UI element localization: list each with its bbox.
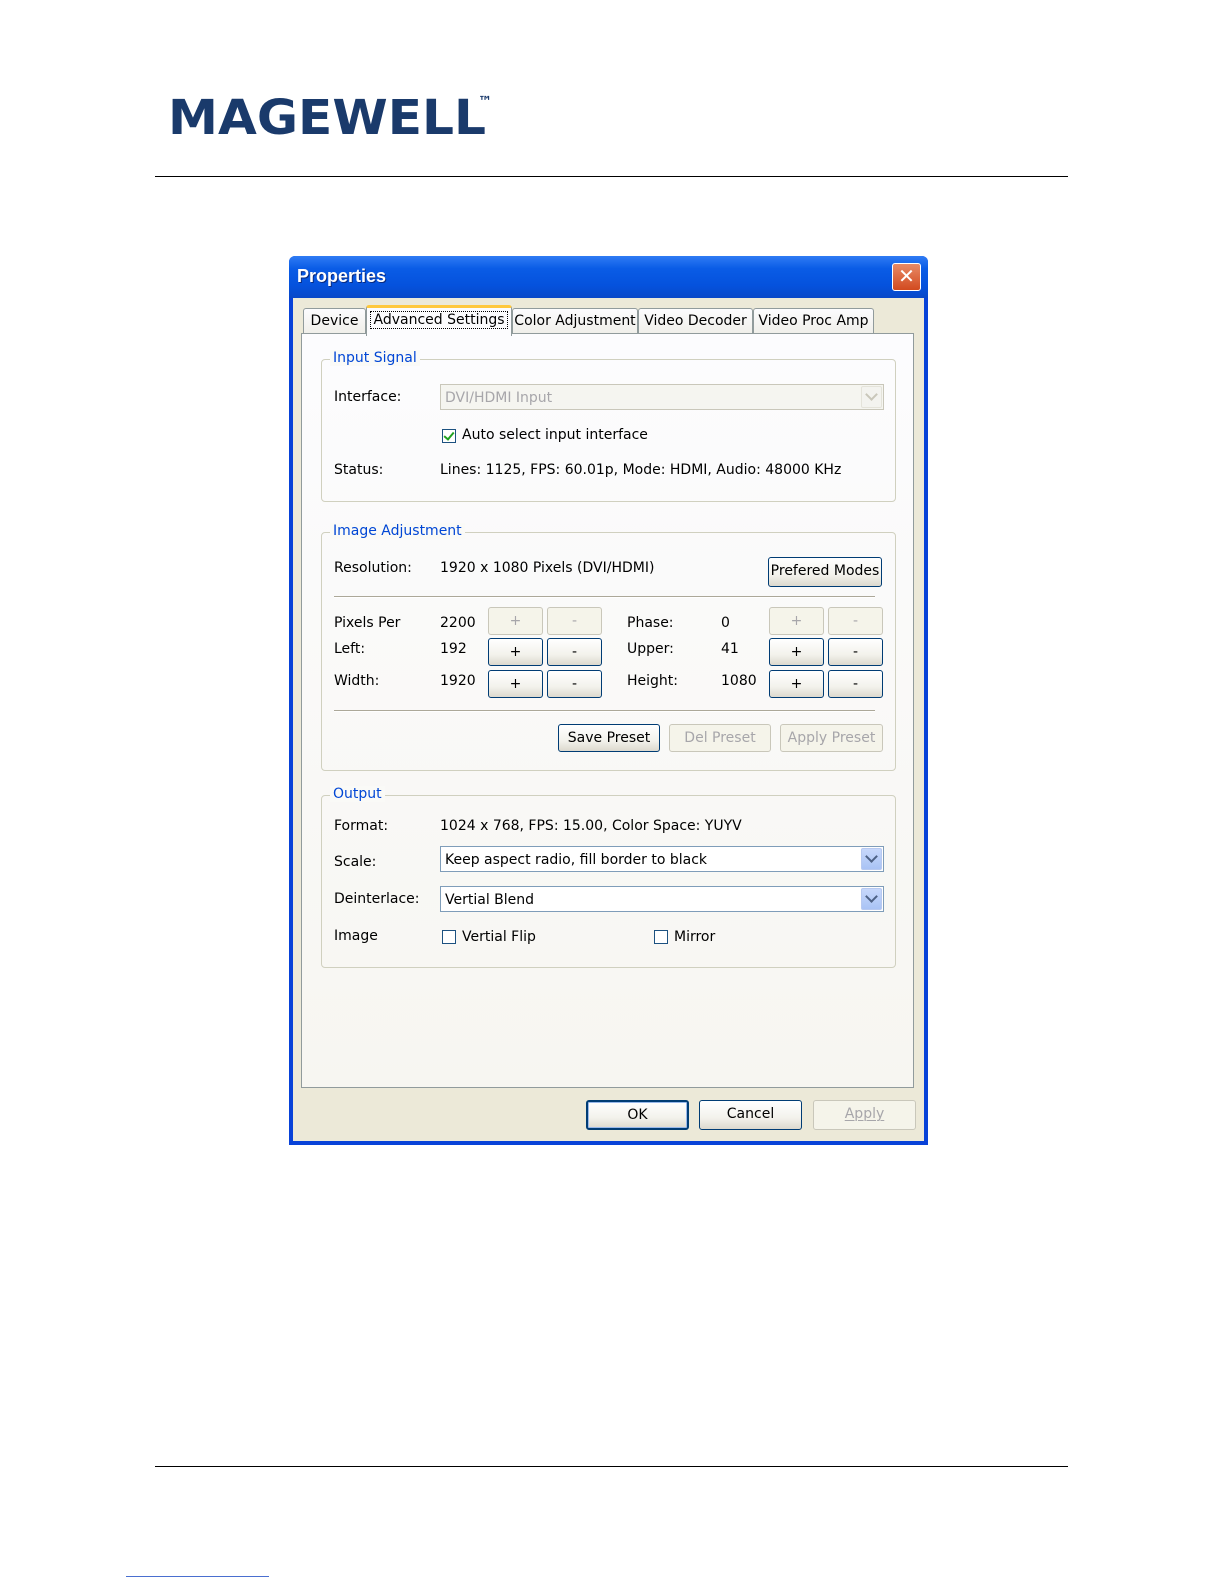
height-label: Height: [627,673,678,689]
height-minus-button[interactable]: - [828,670,883,698]
apply-preset-button[interactable]: Apply Preset [780,724,883,752]
auto-select-checkbox[interactable] [442,429,456,443]
width-value: 1920 [440,673,476,689]
tab-label: Advanced Settings [370,311,508,329]
vertial-flip-label: Vertial Flip [462,929,536,945]
pixels-per-value: 2200 [440,615,476,631]
tab-video-proc-amp[interactable]: Video Proc Amp [753,308,874,333]
left-plus-button[interactable]: + [488,638,543,666]
pixels-per-plus-button[interactable]: + [488,607,543,635]
output-legend: Output [330,786,385,802]
phase-plus-button[interactable]: + [769,607,824,635]
interface-value: DVI/HDMI Input [445,390,553,406]
upper-minus-button[interactable]: - [828,638,883,666]
upper-value: 41 [721,641,739,657]
width-minus-button[interactable]: - [547,670,602,698]
advanced-settings-panel: Input Signal Interface: DVI/HDMI Input A… [301,333,914,1088]
phase-label: Phase: [627,615,674,631]
interface-label: Interface: [334,389,402,405]
image-label: Image [334,928,378,944]
pixels-per-label: Pixels Per [334,615,401,631]
height-plus-button[interactable]: + [769,670,824,698]
ok-button[interactable]: OK [586,1100,689,1130]
tab-label: Video Decoder [644,313,747,329]
window-title: Properties [297,266,387,286]
resolution-separator [334,596,875,598]
pixels-per-minus-button[interactable]: - [547,607,602,635]
tab-label: Device [310,313,359,329]
deinterlace-value: Vertial Blend [445,892,535,908]
left-label: Left: [334,641,366,657]
magewell-logo: MAGEWELL ™ [168,92,492,142]
width-label: Width: [334,673,380,689]
upper-label: Upper: [627,641,674,657]
footer-link-underline[interactable] [126,1576,269,1577]
upper-plus-button[interactable]: + [769,638,824,666]
vertial-flip-checkbox[interactable] [442,930,456,944]
status-value: Lines: 1125, FPS: 60.01p, Mode: HDMI, Au… [440,462,842,478]
save-preset-button[interactable]: Save Preset [558,724,660,752]
deinterlace-label: Deinterlace: [334,891,420,907]
prefered-modes-button[interactable]: Prefered Modes [768,557,882,587]
mirror-label: Mirror [674,929,716,945]
phase-value: 0 [721,615,730,631]
phase-minus-button[interactable]: - [828,607,883,635]
dialog-client: Device Advanced Settings Color Adjustmen… [293,298,924,1141]
auto-select-label: Auto select input interface [462,427,648,443]
deinterlace-select[interactable]: Vertial Blend [440,886,884,912]
tab-label: Video Proc Amp [758,313,869,329]
cancel-button[interactable]: Cancel [699,1100,802,1130]
close-icon: ✕ [898,264,915,288]
chevron-down-icon [861,848,882,870]
scale-select[interactable]: Keep aspect radio, fill border to black [440,846,884,872]
logo-text: MAGEWELL [168,92,486,142]
tab-device[interactable]: Device [303,308,366,333]
image-adjustment-legend: Image Adjustment [330,523,465,539]
status-label: Status: [334,462,384,478]
tab-video-decoder[interactable]: Video Decoder [638,308,753,333]
chevron-down-icon [861,888,882,910]
scale-value: Keep aspect radio, fill border to black [445,852,708,868]
left-value: 192 [440,641,467,657]
apply-button[interactable]: Apply [813,1100,916,1130]
resolution-label: Resolution: [334,560,412,576]
format-label: Format: [334,818,389,834]
chevron-down-icon [861,386,882,408]
input-signal-legend: Input Signal [330,350,420,366]
height-value: 1080 [721,673,757,689]
scale-label: Scale: [334,854,377,870]
del-preset-button[interactable]: Del Preset [669,724,771,752]
trademark: ™ [478,94,492,110]
mirror-checkbox[interactable] [654,930,668,944]
interface-select[interactable]: DVI/HDMI Input [440,384,884,410]
properties-window: Properties ✕ Device Advanced Settings Co… [289,256,928,1145]
format-value: 1024 x 768, FPS: 15.00, Color Space: YUY… [440,818,742,834]
preset-separator [334,710,875,712]
title-bar[interactable]: Properties ✕ [289,256,928,298]
tab-color-adjustment[interactable]: Color Adjustment [512,308,638,333]
tab-advanced-settings[interactable]: Advanced Settings [366,305,512,336]
left-minus-button[interactable]: - [547,638,602,666]
tab-label: Color Adjustment [514,313,636,329]
resolution-value: 1920 x 1080 Pixels (DVI/HDMI) [440,560,655,576]
width-plus-button[interactable]: + [488,670,543,698]
header-rule [155,176,1068,177]
close-button[interactable]: ✕ [892,263,921,291]
footer-rule [155,1466,1068,1467]
